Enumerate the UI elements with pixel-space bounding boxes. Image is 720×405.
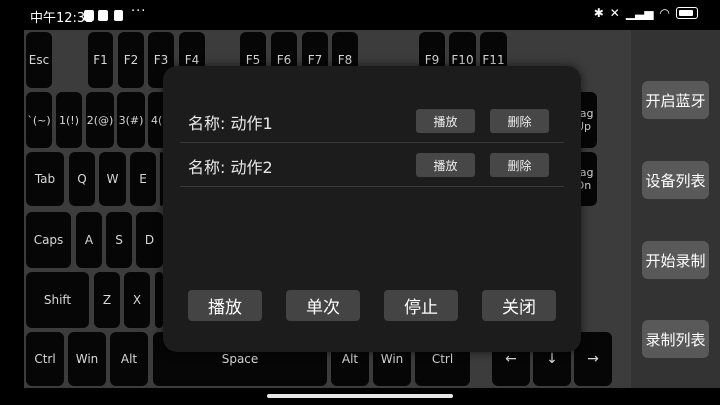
key-3[interactable]: 3(#) [117, 92, 145, 148]
notification-icon [98, 10, 108, 21]
list-item: 名称: 动作2 播放 删除 [180, 142, 564, 187]
signal-icon: ▁▃▅ [625, 6, 654, 20]
recording-list-button[interactable]: 录制列表 [642, 320, 709, 358]
status-bar: 中午12:32 ··· ✱ ✕ ▁▃▅ ◠ [0, 0, 720, 30]
action-name: 名称: 动作1 [188, 114, 273, 133]
key-f2[interactable]: F2 [118, 32, 144, 88]
play-button[interactable]: 播放 [188, 290, 262, 321]
recording-list-dialog: 名称: 动作1 播放 删除 名称: 动作2 播放 删除 播放 单次 停止 关闭 [163, 66, 581, 352]
key-z[interactable]: Z [94, 272, 120, 328]
key-caps[interactable]: Caps [26, 212, 71, 268]
key-alt-left[interactable]: Alt [110, 332, 148, 386]
sidebar: 开启蓝牙 设备列表 开始录制 录制列表 [631, 30, 720, 388]
key-1[interactable]: 1(!) [56, 92, 82, 148]
key-2[interactable]: 2(@) [86, 92, 114, 148]
notification-icon [84, 10, 94, 21]
key-shift[interactable]: Shift [26, 272, 89, 328]
home-indicator[interactable] [267, 394, 453, 398]
more-notifications-icon: ··· [131, 4, 147, 19]
key-backtick[interactable]: `(~) [26, 92, 52, 148]
key-d[interactable]: D [136, 212, 163, 268]
device-list-button[interactable]: 设备列表 [642, 161, 709, 199]
bluetooth-icon: ✱ [593, 6, 604, 20]
notification-icon [114, 10, 123, 21]
action-name: 名称: 动作2 [188, 158, 273, 177]
key-x[interactable]: X [124, 272, 150, 328]
key-q[interactable]: Q [69, 152, 95, 206]
once-button[interactable]: 单次 [286, 290, 360, 321]
key-win-left[interactable]: Win [68, 332, 106, 386]
key-a[interactable]: A [76, 212, 102, 268]
status-icons: ✱ ✕ ▁▃▅ ◠ [594, 6, 698, 20]
key-ctrl-left[interactable]: Ctrl [26, 332, 64, 386]
row-delete-button[interactable]: 删除 [490, 109, 549, 133]
close-button[interactable]: 关闭 [482, 290, 556, 321]
mute-icon: ✕ [609, 6, 620, 20]
key-f1[interactable]: F1 [88, 32, 113, 88]
start-recording-button[interactable]: 开始录制 [642, 241, 709, 279]
wifi-icon: ◠ [659, 6, 670, 20]
row-delete-button[interactable]: 删除 [490, 153, 549, 177]
key-w[interactable]: W [99, 152, 126, 206]
key-c[interactable] [155, 272, 163, 328]
stop-button[interactable]: 停止 [384, 290, 458, 321]
key-tab[interactable]: Tab [26, 152, 64, 206]
key-esc[interactable]: Esc [26, 32, 52, 88]
key-e[interactable]: E [130, 152, 156, 206]
row-play-button[interactable]: 播放 [416, 109, 475, 133]
row-play-button[interactable]: 播放 [416, 153, 475, 177]
battery-icon [676, 7, 698, 19]
key-s[interactable]: S [106, 212, 132, 268]
list-item: 名称: 动作1 播放 删除 [180, 98, 564, 143]
enable-bluetooth-button[interactable]: 开启蓝牙 [642, 81, 709, 119]
